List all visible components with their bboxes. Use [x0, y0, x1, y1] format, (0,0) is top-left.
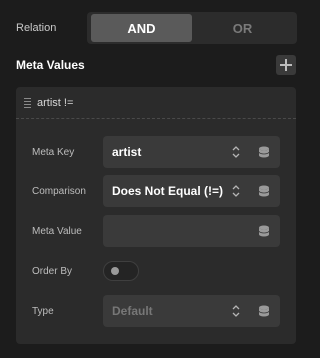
chevron-updown-icon	[232, 305, 240, 317]
drag-handle-icon[interactable]	[24, 98, 31, 108]
add-meta-value-button[interactable]	[276, 55, 296, 75]
type-select[interactable]: Default	[103, 295, 280, 327]
meta-key-value: artist	[112, 145, 142, 159]
relation-label: Relation	[16, 22, 57, 34]
relation-row: Relation AND OR	[0, 10, 309, 46]
type-placeholder: Default	[112, 304, 153, 318]
database-icon[interactable]	[258, 225, 270, 237]
meta-value-item-header[interactable]: artist !=	[16, 87, 296, 119]
relation-and-button[interactable]: AND	[91, 14, 192, 42]
relation-or-button[interactable]: OR	[192, 14, 293, 42]
meta-key-label: Meta Key	[32, 147, 75, 158]
type-label: Type	[32, 306, 54, 317]
database-icon[interactable]	[258, 185, 270, 197]
meta-value-label: Meta Value	[32, 226, 82, 237]
comparison-select[interactable]: Does Not Equal (!=)	[103, 175, 280, 207]
toggle-knob	[111, 267, 119, 275]
chevron-updown-icon	[232, 185, 240, 197]
order-by-toggle[interactable]	[103, 261, 139, 281]
comparison-value: Does Not Equal (!=)	[112, 184, 224, 198]
meta-key-select[interactable]: artist	[103, 136, 280, 168]
database-icon[interactable]	[258, 305, 270, 317]
database-icon[interactable]	[258, 146, 270, 158]
order-by-label: Order By	[32, 266, 73, 277]
meta-value-item-title: artist !=	[37, 97, 74, 109]
meta-value-item: artist != Meta Key artist Comparison Doe…	[16, 87, 296, 344]
comparison-label: Comparison	[32, 186, 86, 197]
relation-segmented-control: AND OR	[87, 12, 297, 44]
meta-values-title: Meta Values	[16, 58, 85, 72]
chevron-updown-icon	[232, 146, 240, 158]
meta-value-input[interactable]	[103, 215, 280, 247]
